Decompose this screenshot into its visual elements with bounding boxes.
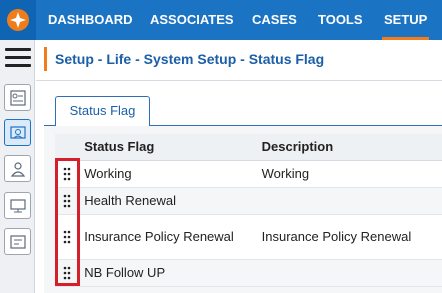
table-row[interactable]: Health Renewal <box>55 187 442 215</box>
column-header-description[interactable]: Description <box>255 134 442 161</box>
nav-tools[interactable]: TOOLS <box>318 0 363 40</box>
form-icon[interactable] <box>4 228 31 255</box>
cell-description <box>255 259 442 287</box>
cell-status-flag: Working <box>78 160 256 188</box>
table-row[interactable]: Working Working <box>55 160 442 188</box>
nav-cases[interactable]: CASES <box>252 0 297 40</box>
app-logo[interactable] <box>0 0 36 40</box>
top-navigation-bar: DASHBOARD ASSOCIATES CASES TOOLS SETUP <box>0 0 442 40</box>
status-flag-table: Status Flag Description Working Working … <box>55 134 442 287</box>
drag-handle-icon[interactable] <box>55 160 79 188</box>
cell-status-flag: Health Renewal <box>78 187 256 215</box>
tab-status-flag[interactable]: Status Flag <box>55 96 150 126</box>
monitor-icon[interactable] <box>4 192 31 219</box>
nav-associates[interactable]: ASSOCIATES <box>150 0 234 40</box>
user-icon[interactable] <box>4 155 31 182</box>
cell-description: Insurance Policy Renewal <box>255 214 442 260</box>
title-divider <box>36 80 442 81</box>
contact-card-icon[interactable] <box>4 119 31 146</box>
table-row[interactable]: NB Follow UP <box>55 259 442 287</box>
logo-star-icon <box>7 9 29 31</box>
cell-status-flag: Insurance Policy Renewal <box>78 214 256 260</box>
drag-handle-icon[interactable] <box>55 259 79 287</box>
nav-setup[interactable]: SETUP <box>382 0 430 40</box>
page-title-bar: Setup - Life - System Setup - Status Fla… <box>44 46 324 72</box>
nav-dashboard[interactable]: DASHBOARD <box>48 0 133 40</box>
table-row[interactable]: Insurance Policy Renewal Insurance Polic… <box>55 214 442 260</box>
cell-description <box>255 187 442 215</box>
cell-status-flag: NB Follow UP <box>78 259 256 287</box>
settings-list-icon[interactable] <box>4 84 31 111</box>
drag-handle-icon[interactable] <box>55 187 79 215</box>
table-header-row: Status Flag Description <box>55 134 442 161</box>
drag-handle-icon[interactable] <box>55 214 79 260</box>
column-header-status-flag[interactable]: Status Flag <box>78 134 256 161</box>
page-title: Setup - Life - System Setup - Status Fla… <box>55 51 325 67</box>
cell-description: Working <box>255 160 442 188</box>
hamburger-menu-icon[interactable] <box>5 48 31 70</box>
title-accent-bar <box>44 47 47 71</box>
drag-column-header <box>55 134 79 161</box>
